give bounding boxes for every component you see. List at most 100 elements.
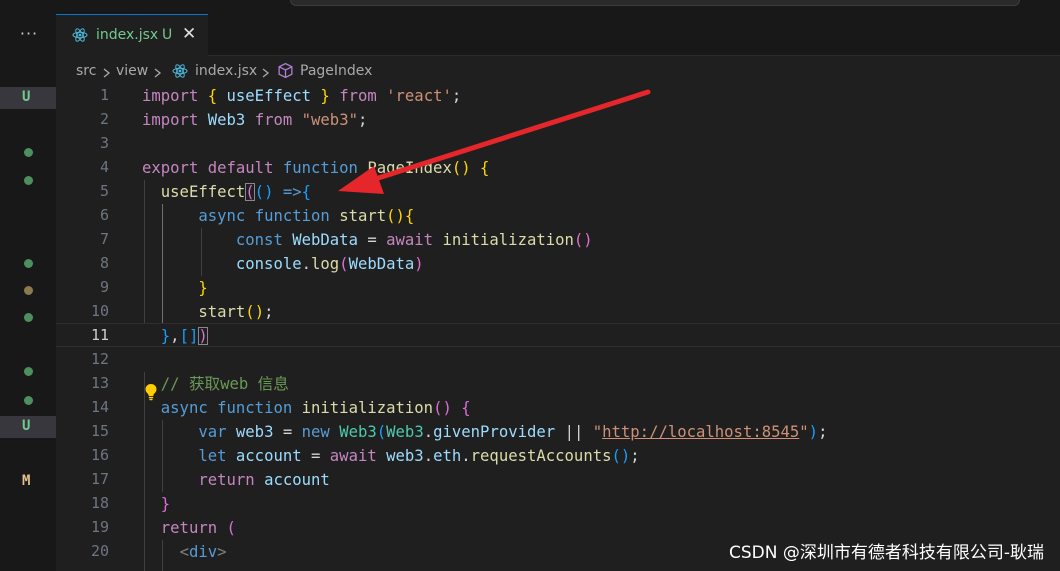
code-text: console.log(WebData) [235,255,424,273]
code-text: import Web3 from "web3"; [142,111,368,129]
code-line[interactable]: 6 async function start(){ [56,204,1060,228]
breadcrumb: src view index.jsx PageIndex [56,58,1060,84]
file-status-row[interactable] [0,279,56,301]
change-dot-icon [24,259,33,268]
untracked-marker: U [22,418,31,434]
code-line[interactable]: 12 [56,348,1060,372]
react-file-icon [72,28,88,42]
line-number: 4 [99,158,109,176]
code-text: async function start(){ [198,207,415,225]
code-line[interactable]: 15 var web3 = new Web3(Web3.givenProvide… [56,420,1060,444]
line-number: 18 [90,494,109,512]
change-dot-icon [24,176,33,185]
code-text: start(); [198,303,274,321]
breadcrumb-item-symbol[interactable]: PageIndex [300,63,372,79]
file-status-row[interactable] [0,389,56,411]
code-text: },[]) [160,327,208,345]
code-text: async function initialization() { [160,399,471,417]
line-number: 7 [99,230,109,248]
line-number: 1 [99,86,109,104]
line-number: 14 [90,398,109,416]
line-number: 19 [90,518,109,536]
file-status-row[interactable]: U [0,87,56,109]
code-line[interactable]: 14 async function initialization() { [56,396,1060,420]
code-line[interactable]: 2 import Web3 from "web3"; [56,108,1060,132]
code-text: var web3 = new Web3(Web3.givenProvider |… [198,423,828,441]
title-bar [0,0,1060,14]
code-line[interactable]: 18 } [56,492,1060,516]
code-text: <div> [179,543,227,561]
code-line[interactable]: 1 import { useEffect } from 'react'; [56,84,1060,108]
command-center[interactable] [290,0,1020,6]
file-status-row[interactable]: M [0,471,56,493]
code-line[interactable]: 13 // 获取web 信息 [56,372,1060,396]
code-text: return ( [160,519,236,537]
code-text: return account [198,471,330,489]
code-text: export default function PageIndex() { [142,159,490,177]
sidebar: ··· U U M [0,14,56,571]
code-line[interactable]: 16 let account = await web3.eth.requestA… [56,444,1060,468]
code-text: import { useEffect } from 'react'; [142,87,462,105]
line-number: 20 [90,542,109,560]
tab-bar: index.jsx U ✕ [56,14,1060,56]
line-number: 12 [90,350,109,368]
code-line[interactable]: 7 const WebData = await initialization() [56,228,1060,252]
code-editor[interactable]: 1 import { useEffect } from 'react'; 2 i… [56,84,1060,571]
line-number: 2 [99,110,109,128]
code-line[interactable]: 17 return account [56,468,1060,492]
change-dot-icon [24,148,33,157]
file-status-row[interactable] [0,306,56,328]
code-line[interactable]: 8 console.log(WebData) [56,252,1060,276]
code-text: } [160,495,171,513]
breadcrumb-item-file[interactable]: index.jsx [195,63,257,79]
tab-label: index.jsx [96,27,159,43]
code-text: const WebData = await initialization() [235,231,593,249]
code-line[interactable]: 3 [56,132,1060,156]
code-text: useEffect(() =>{ [160,183,312,201]
component-symbol-icon [278,62,293,79]
more-actions-icon[interactable]: ··· [17,26,41,42]
line-number: 5 [99,182,109,200]
tab-git-status: U [162,27,173,43]
line-number: 6 [99,206,109,224]
line-number: 11 [90,326,109,344]
untracked-marker: U [22,89,31,105]
code-line[interactable]: 10 start(); [56,300,1060,324]
line-number: 13 [90,374,109,392]
line-number: 9 [99,278,109,296]
chevron-right-icon [103,68,111,78]
modified-marker: M [22,473,31,489]
change-dot-icon [24,286,33,295]
close-icon[interactable]: ✕ [182,24,196,44]
file-status-row[interactable]: U [0,416,56,438]
line-number: 16 [90,446,109,464]
react-file-icon [172,64,188,78]
file-status-row[interactable] [0,169,56,191]
line-number: 10 [90,302,109,320]
line-number: 3 [99,134,109,152]
localhost-link[interactable]: http://localhost:8545 [602,423,799,441]
line-number: 8 [99,254,109,272]
breadcrumb-item-src[interactable]: src [76,63,96,79]
chevron-right-icon [262,68,270,78]
change-dot-icon [24,396,33,405]
line-number: 17 [90,470,109,488]
tab-index-jsx[interactable]: index.jsx U ✕ [56,14,208,56]
code-line[interactable]: 9 } [56,276,1060,300]
code-line[interactable]: 4 export default function PageIndex() { [56,156,1060,180]
code-text: } [198,279,208,297]
chevron-right-icon [154,68,162,78]
change-dot-icon [24,367,33,376]
watermark: CSDN @深圳市有德者科技有限公司-耿瑞 [728,543,1044,563]
file-status-row[interactable] [0,141,56,163]
file-status-row[interactable] [0,360,56,382]
change-dot-icon [24,313,33,322]
file-status-row[interactable] [0,252,56,274]
line-number: 15 [90,422,109,440]
lightbulb-icon[interactable] [144,383,158,401]
code-line-current[interactable]: 11 },[]) [56,323,1060,347]
code-text: let account = await web3.eth.requestAcco… [198,447,640,465]
code-line[interactable]: 5 useEffect(() =>{ [56,180,1060,204]
code-line[interactable]: 19 return ( [56,516,1060,540]
breadcrumb-item-view[interactable]: view [116,63,148,79]
